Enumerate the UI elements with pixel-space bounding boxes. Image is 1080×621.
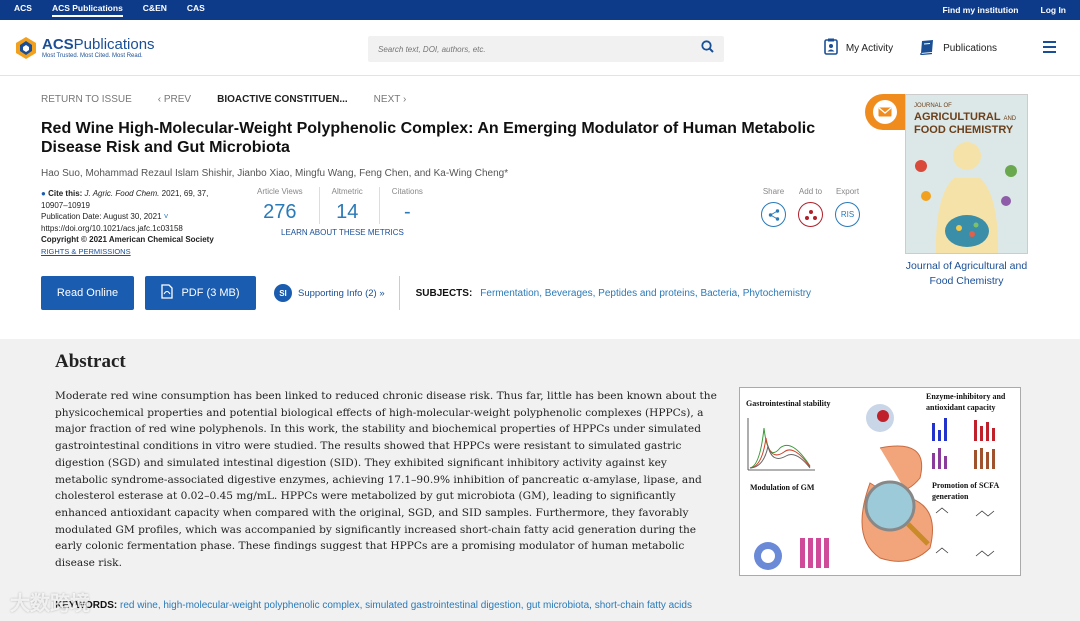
article-header: RETURN TO ISSUE ‹ PREV BIOACTIVE CONSTIT… [41, 90, 861, 310]
topbar-link-acs-publications[interactable]: ACS Publications [51, 3, 123, 17]
logo-tagline: Most Trusted. Most Cited. Most Read. [42, 53, 143, 59]
subject-beverages[interactable]: Beverages [545, 288, 593, 299]
publications-label: Publications [943, 42, 997, 54]
graphical-abstract-image[interactable]: Gastrointestinal stability Enzyme-inhibi… [739, 387, 1021, 576]
logo-acs-text: ACS [42, 36, 74, 53]
cover-title: JOURNAL OF AGRICULTURAL AND FOOD CHEMIST… [906, 95, 1027, 136]
metric-citations: Citations - [392, 187, 439, 224]
search-input[interactable] [378, 44, 701, 54]
issue-navigation: RETURN TO ISSUE ‹ PREV BIOACTIVE CONSTIT… [41, 94, 861, 105]
envelope-icon [873, 100, 897, 124]
read-online-button[interactable]: Read Online [41, 276, 134, 310]
cover-and: AND [1003, 116, 1017, 122]
topbar-link-cas[interactable]: CAS [187, 3, 205, 17]
cite-journal: J. Agric. Food Chem. [84, 189, 160, 198]
abstract-text: Moderate red wine consumption has been l… [55, 390, 717, 570]
abstract-heading: Abstract [55, 351, 126, 372]
supporting-info-label: Supporting Info (2) » [298, 287, 385, 299]
pdf-button-label: PDF (3 MB) [181, 287, 240, 299]
metric-value: 276 [263, 201, 297, 223]
check-circle-icon: ● [41, 189, 46, 198]
export-label: Export [835, 187, 860, 196]
cover-title-line1: AGRICULTURAL [914, 111, 1001, 123]
cover-title-line2: FOOD CHEMISTRY [914, 124, 1014, 136]
cite-volume: 2021, 69, 37, [161, 189, 209, 198]
current-section-label: BIOACTIVE CONSTITUEN... [217, 94, 348, 105]
subject-phytochemistry[interactable]: Phytochemistry [743, 288, 811, 299]
topbar-link-acs[interactable]: ACS [14, 3, 32, 17]
search-bar [368, 36, 724, 62]
export-ris-button[interactable]: RIS [835, 202, 860, 227]
search-icon[interactable] [701, 40, 714, 58]
rights-permissions-link[interactable]: RIGHTS & PERMISSIONS [41, 247, 131, 256]
cover-illustration [915, 142, 1017, 253]
return-to-issue-link[interactable]: RETURN TO ISSUE [41, 94, 132, 105]
clipboard-user-icon [824, 38, 838, 58]
toc-graphics [747, 404, 995, 570]
metric-label: Citations [391, 187, 423, 196]
acs-hexagon-icon [14, 36, 38, 60]
copyright-text: Copyright © 2021 American Chemical Socie… [41, 235, 214, 244]
acs-publications-logo[interactable]: ACSPublications Most Trusted. Most Cited… [14, 36, 155, 60]
access-buttons: Read Online PDF (3 MB) SI Supporting Inf… [41, 276, 811, 310]
subject-peptides[interactable]: Peptides and proteins [598, 288, 695, 299]
watermark-text: 大数跨境 [10, 593, 90, 615]
top-bar: ACS ACS Publications C&EN CAS Find my in… [0, 0, 1080, 20]
article-title: Red Wine High-Molecular-Weight Polypheno… [41, 120, 816, 156]
metric-altmetric[interactable]: Altmetric 14 [332, 187, 380, 224]
page-range: 10907–10919 [41, 200, 90, 210]
cite-label: Cite this: [48, 189, 83, 198]
book-icon [919, 39, 935, 58]
metric-label: Altmetric [331, 187, 363, 196]
topbar-link-cen[interactable]: C&EN [143, 3, 167, 17]
citation-info: ● Cite this: J. Agric. Food Chem. 2021, … [41, 188, 231, 257]
supporting-info-link[interactable]: SI Supporting Info (2) » [274, 284, 385, 302]
metric-value: 14 [336, 201, 359, 223]
keywords-list[interactable]: red wine, high-molecular-weight polyphen… [120, 600, 692, 611]
journal-cover-caption[interactable]: Journal of Agricultural and Food Chemist… [905, 259, 1028, 289]
find-institution-link[interactable]: Find my institution [942, 5, 1018, 15]
add-to-label: Add to [798, 187, 823, 196]
share-icon[interactable] [761, 202, 786, 227]
pdf-file-icon [161, 284, 174, 302]
my-activity-button[interactable]: My Activity [824, 38, 893, 58]
metric-value: - [404, 201, 411, 223]
add-to-library-icon[interactable] [798, 202, 823, 227]
subjects-label: SUBJECTS: [415, 287, 473, 299]
share-tools: Share Add to Export RIS [761, 187, 860, 227]
pdf-button[interactable]: PDF (3 MB) [145, 276, 256, 310]
journal-cover-image[interactable]: JOURNAL OF AGRICULTURAL AND FOOD CHEMIST… [905, 94, 1028, 254]
email-alert-button[interactable] [865, 94, 905, 130]
login-link[interactable]: Log In [1041, 5, 1067, 15]
metric-article-views: Article Views 276 [257, 187, 320, 224]
abstract-section: Abstract Moderate red wine consumption h… [0, 339, 1080, 621]
my-activity-label: My Activity [845, 42, 894, 54]
subjects-list: SUBJECTS: Fermentation, Beverages, Pepti… [398, 276, 811, 310]
publication-date: Publication Date: August 30, 2021 [41, 212, 162, 221]
next-link[interactable]: NEXT › [374, 94, 407, 105]
cover-journal-of: JOURNAL OF [914, 103, 952, 109]
keywords-row: KEYWORDS: red wine, high-molecular-weigh… [55, 600, 692, 611]
chevron-down-icon[interactable]: ˅ [164, 212, 169, 221]
prev-link[interactable]: ‹ PREV [158, 94, 191, 105]
logo-publications-text: Publications [73, 36, 155, 53]
subject-fermentation[interactable]: Fermentation [480, 288, 539, 299]
publications-menu-button[interactable]: Publications [919, 39, 997, 58]
article-metrics: Article Views 276 Altmetric 14 Citations… [257, 187, 451, 224]
subject-bacteria[interactable]: Bacteria [700, 288, 737, 299]
metric-label: Article Views [257, 187, 303, 196]
learn-metrics-link[interactable]: LEARN ABOUT THESE METRICS [281, 228, 404, 237]
si-badge: SI [274, 284, 292, 302]
hamburger-menu-icon[interactable] [1043, 40, 1056, 56]
share-label: Share [762, 187, 785, 196]
doi-link[interactable]: https://doi.org/10.1021/acs.jafc.1c03158 [41, 223, 231, 235]
author-list[interactable]: Hao Suo, Mohammad Rezaul Islam Shishir, … [41, 168, 861, 179]
